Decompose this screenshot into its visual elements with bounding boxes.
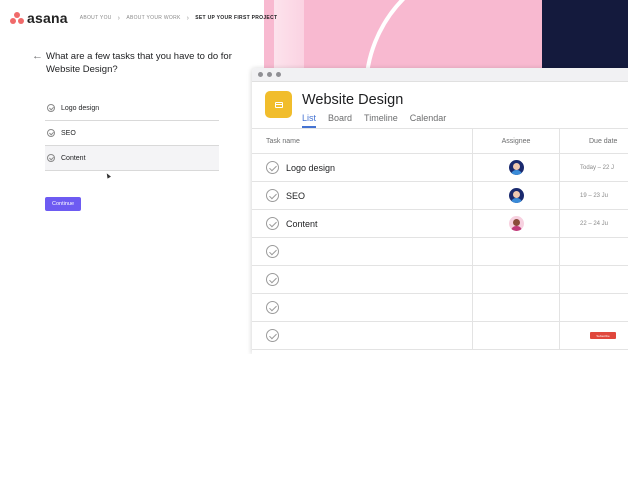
check-circle-icon <box>47 129 55 137</box>
project-title: Website Design <box>302 92 404 108</box>
logo-text: asana <box>27 10 68 26</box>
check-circle-icon <box>47 154 55 162</box>
chevron-right-icon: › <box>117 14 121 22</box>
check-circle-icon[interactable] <box>266 189 279 202</box>
task-name: SEO <box>286 190 306 201</box>
check-circle-icon[interactable] <box>266 245 279 258</box>
asana-logo-icon <box>10 12 24 24</box>
top-nav: asana ABOUT YOU › ABOUT YOUR WORK › SET … <box>10 9 277 27</box>
task-input-value: SEO <box>61 129 76 137</box>
task-input-2[interactable]: SEO <box>45 121 219 146</box>
chevron-right-icon: › <box>186 14 190 22</box>
due-date: 19 – 23 Ju <box>580 192 609 199</box>
task-input-1[interactable]: Logo design <box>45 96 219 121</box>
step-about-your-work: ABOUT YOUR WORK <box>126 15 181 21</box>
avatar[interactable] <box>508 188 524 203</box>
tab-timeline[interactable]: Timeline <box>364 113 398 128</box>
app-area: asana ABOUT YOU › ABOUT YOUR WORK › SET … <box>0 0 628 354</box>
table-row[interactable] <box>252 266 628 294</box>
task-input-value: Content <box>61 154 86 162</box>
task-input-3[interactable]: Content <box>45 146 219 171</box>
task-input-list: Logo design SEO Content <box>45 96 219 171</box>
table-row[interactable]: Logo design Today – 22 J <box>252 154 628 182</box>
continue-button[interactable]: Continue <box>45 197 81 211</box>
tab-list[interactable]: List <box>302 113 317 128</box>
tab-calendar[interactable]: Calendar <box>410 113 447 128</box>
task-table: Task name Assignee Due date Logo design … <box>252 128 628 350</box>
check-circle-icon[interactable] <box>266 217 279 230</box>
project-tabs: List Board Timeline Calendar <box>302 113 458 128</box>
window-dot-icon <box>258 72 263 77</box>
column-assignee[interactable]: Assignee <box>473 129 560 153</box>
check-circle-icon[interactable] <box>266 273 279 286</box>
table-row[interactable]: SEO 19 – 23 Ju <box>252 182 628 210</box>
subscribe-badge[interactable]: Subscribe <box>590 332 616 339</box>
avatar[interactable] <box>508 160 524 175</box>
onboarding-question: What are a few tasks that you have to do… <box>46 51 232 75</box>
table-row[interactable]: Subscribe <box>252 322 628 350</box>
table-row[interactable] <box>252 294 628 322</box>
back-arrow-icon[interactable]: ← <box>32 50 43 62</box>
task-name: Content <box>286 218 318 229</box>
column-due-date[interactable]: Due date <box>560 129 628 153</box>
step-about-you: ABOUT YOU <box>79 15 112 21</box>
calendar-icon <box>265 91 292 118</box>
check-circle-icon[interactable] <box>266 301 279 314</box>
table-row[interactable] <box>252 238 628 266</box>
window-dot-icon <box>267 72 272 77</box>
window-title-bar <box>252 68 628 82</box>
step-set-up-project: SET UP YOUR FIRST PROJECT <box>195 15 278 21</box>
project-header: Website Design List Board Timeline Calen… <box>265 91 458 128</box>
check-circle-icon[interactable] <box>266 329 279 342</box>
check-circle-icon <box>47 104 55 112</box>
avatar[interactable] <box>508 216 524 231</box>
due-date: Today – 22 J <box>580 164 615 171</box>
task-input-value: Logo design <box>61 104 100 112</box>
column-task-name[interactable]: Task name <box>252 129 473 153</box>
check-circle-icon[interactable] <box>266 161 279 174</box>
window-dot-icon <box>276 72 281 77</box>
project-preview-window: Website Design List Board Timeline Calen… <box>252 68 628 354</box>
mouse-cursor-icon <box>105 172 111 179</box>
asana-logo[interactable]: asana <box>10 10 68 26</box>
tab-board[interactable]: Board <box>328 113 352 128</box>
table-header: Task name Assignee Due date <box>252 128 628 154</box>
decorative-navy-panel <box>542 0 628 68</box>
table-row[interactable]: Content 22 – 24 Ju <box>252 210 628 238</box>
task-name: Logo design <box>286 162 336 173</box>
onboarding-steps: ABOUT YOU › ABOUT YOUR WORK › SET UP YOU… <box>80 15 278 22</box>
due-date: 22 – 24 Ju <box>580 220 609 227</box>
